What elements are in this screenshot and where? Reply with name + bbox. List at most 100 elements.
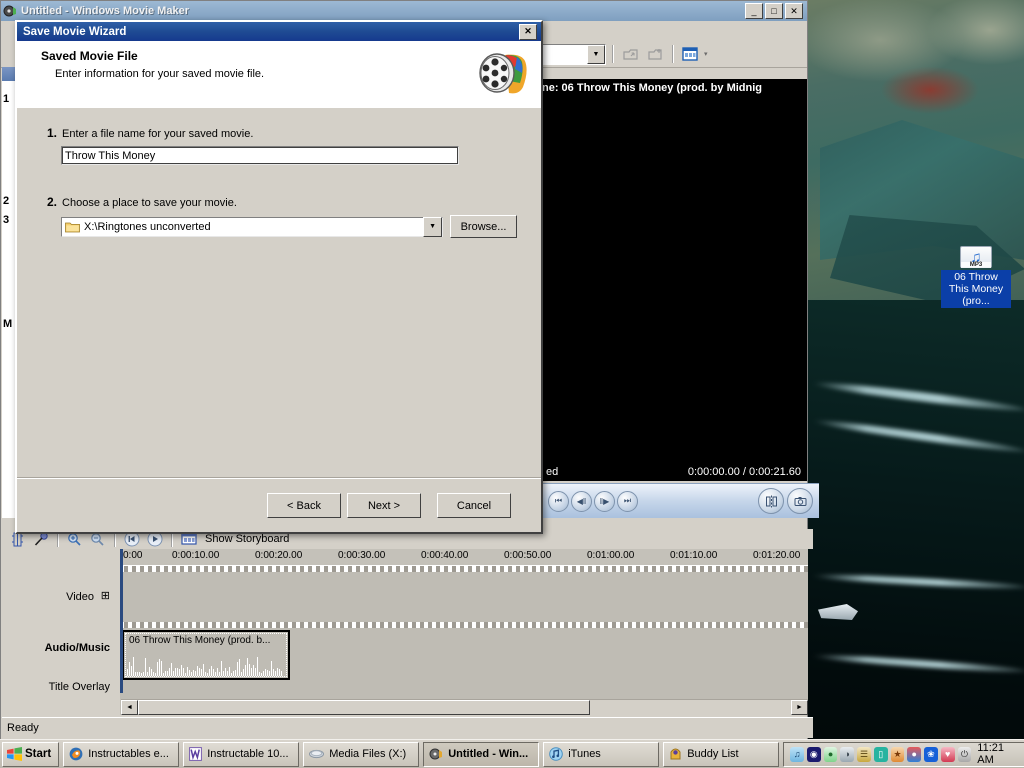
- save-location-row: X:\Ringtones unconverted ▼ Browse...: [61, 215, 517, 238]
- save-location-value: X:\Ringtones unconverted: [84, 220, 211, 233]
- playhead[interactable]: [120, 549, 123, 693]
- timeline-tracks[interactable]: 0:00 0:00:10.00 0:00:20.00 0:00:30.00 0:…: [120, 549, 808, 715]
- movie-maker-icon: [3, 5, 16, 17]
- ruler-tick-7: 0:01:10.00: [670, 550, 718, 561]
- bluetooth-tray-icon[interactable]: ❀: [924, 746, 938, 762]
- taskbar-item-instructable-10[interactable]: Instructable 10...: [183, 741, 300, 767]
- timeline[interactable]: Video ⊞ Audio/Music Title Overlay 0:00 0…: [2, 549, 808, 715]
- preview-right-buttons[interactable]: [755, 488, 813, 514]
- movie-tasks-pane[interactable]: 1 2 3 M: [2, 67, 16, 518]
- save-location-combo[interactable]: X:\Ringtones unconverted ▼: [61, 216, 444, 237]
- back-button[interactable]: < Back: [267, 493, 341, 518]
- folder-icon: [65, 222, 80, 232]
- taskbar-item-instructables-e[interactable]: Instructables e...: [63, 741, 180, 767]
- next-button[interactable]: Next >: [347, 493, 421, 518]
- task-item-4[interactable]: M: [2, 318, 15, 330]
- taskbar-item-buddy-list[interactable]: Buddy List: [663, 741, 780, 767]
- taskbar-item-label: Instructable 10...: [207, 748, 289, 760]
- save-movie-wizard-dialog[interactable]: Save Movie Wizard ✕ Saved Movie File Ent…: [15, 20, 543, 534]
- timeline-scrollbar[interactable]: ◄ ►: [121, 699, 808, 715]
- taskbar-item-label: iTunes: [568, 748, 601, 760]
- window-controls[interactable]: _ □ ✕: [745, 3, 805, 19]
- task-item-2[interactable]: 2: [2, 195, 15, 207]
- taskbar-item-media-files[interactable]: Media Files (X:): [303, 741, 420, 767]
- movie-maker-titlebar[interactable]: Untitled - Windows Movie Maker _ □ ✕: [1, 1, 807, 21]
- preview-status-bar: ed 0:00:00.00 / 0:00:21.60: [542, 463, 807, 481]
- seek-end-button[interactable]: ⏭: [617, 490, 638, 512]
- show-storyboard-label[interactable]: Show Storyboard: [205, 533, 289, 545]
- movie-maker-icon: [429, 748, 443, 760]
- sound-tray-icon[interactable]: ◉: [806, 746, 821, 762]
- split-clip-icon[interactable]: [758, 488, 784, 514]
- browse-button[interactable]: Browse...: [450, 215, 517, 238]
- status-text: Ready: [7, 722, 39, 734]
- wizard-subheading: Enter information for your saved movie f…: [55, 68, 265, 80]
- clipboard-tray-icon[interactable]: ▯: [873, 746, 888, 762]
- previous-frame-button[interactable]: ◀‖: [571, 490, 592, 512]
- desktop-icon-mp3[interactable]: ♫ MP3 06 Throw This Money (pro...: [941, 246, 1011, 308]
- chevron-down-icon[interactable]: ▼: [423, 216, 443, 237]
- file-name-input[interactable]: Throw This Money: [61, 146, 459, 165]
- new-collection-icon[interactable]: [644, 44, 666, 64]
- drive-icon: [309, 749, 325, 759]
- close-icon[interactable]: ✕: [785, 3, 803, 19]
- task-item-1[interactable]: 1: [2, 93, 15, 105]
- chevron-down-icon[interactable]: ▼: [587, 44, 605, 64]
- scroll-right-button[interactable]: ►: [791, 700, 808, 715]
- itunes-tray-icon[interactable]: ♫: [790, 746, 804, 762]
- antivirus-tray-icon[interactable]: ♥: [940, 746, 955, 762]
- views-chevron-icon[interactable]: ▾: [704, 50, 708, 58]
- wizard-heading: Saved Movie File: [41, 49, 138, 63]
- preview-caption: ne: 06 Throw This Money (prod. by Midnig: [542, 79, 807, 97]
- msn-tray-icon[interactable]: ●: [823, 746, 838, 762]
- wizard-body: 1. Enter a file name for your saved movi…: [17, 108, 541, 478]
- track-label-audio: Audio/Music: [44, 642, 110, 654]
- maximize-icon[interactable]: □: [765, 3, 783, 19]
- taskbar-item-untitled-movie-maker[interactable]: Untitled - Win...: [423, 741, 540, 767]
- taskbar[interactable]: Start Instructables e... Instructable 10…: [0, 739, 1024, 768]
- seek-start-button[interactable]: ⏮: [548, 490, 569, 512]
- balls-tray-icon[interactable]: ●: [907, 746, 922, 762]
- ruler-tick-0: 0:00: [123, 550, 143, 561]
- disc-tray-icon[interactable]: ◑: [840, 746, 855, 762]
- preview-time: 0:00:00.00 / 0:00:21.60: [687, 466, 801, 478]
- wizard-footer: < Back Next > Cancel: [17, 477, 541, 532]
- taskbar-item-itunes[interactable]: iTunes: [543, 741, 660, 767]
- ruler-tick-6: 0:01:00.00: [587, 550, 635, 561]
- minimize-icon[interactable]: _: [745, 3, 763, 19]
- preview-status-text: ed: [546, 466, 559, 478]
- toolbar-separator-2: [672, 45, 673, 63]
- desktop-icon-label: 06 Throw This Money (pro...: [941, 270, 1011, 308]
- scroll-left-button[interactable]: ◄: [121, 700, 138, 715]
- wizard-header: Saved Movie File Enter information for y…: [17, 41, 541, 114]
- audio-clip[interactable]: 06 Throw This Money (prod. b...: [122, 630, 290, 680]
- wizard-titlebar[interactable]: Save Movie Wizard ✕: [17, 22, 541, 41]
- mp3-type-tag: MP3: [961, 262, 991, 268]
- system-tray[interactable]: ♫ ◉ ● ◑ ☰ ▯ ★ ● ❀ ♥ ⏻ 11:21 AM: [783, 741, 1024, 767]
- network-tray-icon[interactable]: ☰: [857, 746, 871, 762]
- firefox-tray-icon[interactable]: ★: [890, 746, 905, 762]
- import-icon[interactable]: [619, 44, 641, 64]
- taskbar-clock[interactable]: 11:21 AM: [977, 742, 1019, 766]
- taskbar-item-label: Media Files (X:): [329, 748, 407, 760]
- ruler-tick-4: 0:00:40.00: [421, 550, 469, 561]
- preview-controls[interactable]: ⏮ ◀‖ ‖▶ ⏭: [542, 483, 819, 518]
- start-button[interactable]: Start: [2, 741, 60, 767]
- views-icon[interactable]: [679, 44, 701, 64]
- audio-music-track[interactable]: 06 Throw This Money (prod. b...: [120, 628, 808, 684]
- wizard-close-icon[interactable]: ✕: [519, 23, 537, 40]
- start-label: Start: [25, 748, 52, 760]
- take-picture-icon[interactable]: [787, 488, 813, 514]
- video-track[interactable]: [120, 572, 808, 622]
- task-item-3[interactable]: 3: [2, 214, 15, 226]
- cancel-button[interactable]: Cancel: [437, 493, 511, 518]
- timeline-ruler[interactable]: 0:00 0:00:10.00 0:00:20.00 0:00:30.00 0:…: [120, 549, 808, 566]
- next-frame-button[interactable]: ‖▶: [594, 490, 615, 512]
- preview-monitor[interactable]: ne: 06 Throw This Money (prod. by Midnig…: [542, 79, 807, 481]
- collection-combo[interactable]: ▼: [542, 43, 606, 65]
- step-2-row: 2. Choose a place to save your movie.: [47, 195, 517, 209]
- scrollbar-thumb[interactable]: [138, 700, 590, 715]
- power-tray-icon[interactable]: ⏻: [957, 746, 972, 762]
- track-label-video: Video: [66, 591, 94, 603]
- expand-video-track-icon[interactable]: ⊞: [101, 589, 110, 602]
